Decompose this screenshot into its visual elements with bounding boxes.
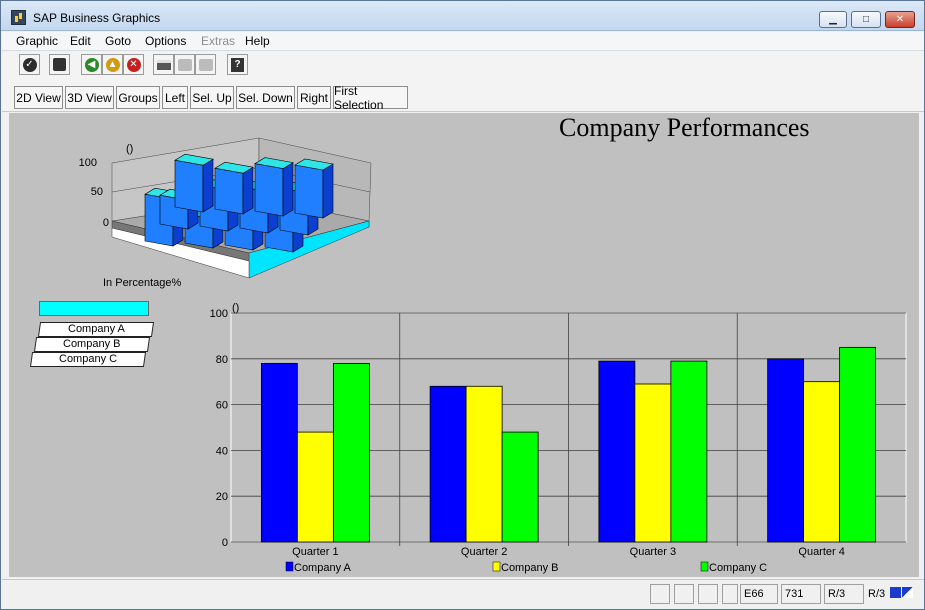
3d-view-button[interactable]: 3D View	[65, 86, 114, 109]
groups-button[interactable]: Groups	[116, 86, 160, 109]
sap-logo-icon	[890, 587, 901, 598]
menu-options[interactable]: Options	[145, 34, 186, 48]
2d-view-button[interactable]: 2D View	[14, 86, 63, 109]
status-client: 731	[781, 584, 821, 604]
back-button[interactable]: ◀	[81, 54, 102, 75]
status-field-2	[674, 584, 694, 604]
save-button[interactable]	[49, 54, 70, 75]
menu-graphic[interactable]: Graphic	[16, 34, 58, 48]
resize-grip-icon[interactable]	[902, 587, 913, 598]
x-tick-label: Quarter 1	[292, 546, 338, 558]
back-icon: ◀	[84, 57, 99, 72]
bar-company-b-4	[803, 381, 841, 543]
menu-goto[interactable]: Goto	[105, 34, 131, 48]
maximize-button[interactable]: □	[851, 11, 881, 28]
sel-up-button[interactable]: Sel. Up	[190, 86, 234, 109]
standard-toolbar: ✓ ◀ ▲ ✕ ?	[2, 52, 924, 84]
status-field-1	[650, 584, 670, 604]
main-bar-chart[interactable]: 0 20 40 60 80 100 () Quarter 1 Quarter 2 Quarter …	[9, 113, 919, 577]
bar-company-c-1	[332, 362, 370, 543]
x-tick-label: Quarter 4	[798, 546, 844, 558]
legend-swatch	[700, 561, 709, 572]
help-icon: ?	[231, 57, 244, 72]
enter-button[interactable]: ✓	[19, 54, 40, 75]
sap-graphics-app-icon	[11, 10, 26, 25]
y-tick-label: 40	[216, 445, 228, 457]
cancel-icon: ✕	[126, 57, 141, 72]
close-button[interactable]: ✕	[885, 11, 915, 28]
y-tick-label: 0	[222, 537, 228, 549]
x-tick-label: Quarter 3	[630, 546, 676, 558]
menu-help[interactable]: Help	[245, 34, 270, 48]
x-tick-label: Quarter 2	[461, 546, 507, 558]
legend-swatch	[492, 561, 501, 572]
right-button[interactable]: Right	[297, 86, 331, 109]
print-icon	[156, 59, 171, 70]
bar-company-a-1	[260, 362, 298, 543]
window-title: SAP Business Graphics	[33, 11, 161, 25]
status-release-label: R/3	[868, 588, 886, 600]
legend-label: Company C	[709, 562, 767, 574]
status-field-4	[722, 584, 738, 604]
legend-label: Company A	[294, 562, 352, 574]
y-axis-label: ()	[232, 302, 239, 314]
menu-bar: Graphic Edit Goto Options Extras Help	[2, 32, 924, 51]
bar-company-b-2	[465, 385, 503, 543]
cancel-button[interactable]: ✕	[123, 54, 144, 75]
status-release: R/3	[824, 584, 864, 604]
y-tick-label: 80	[216, 354, 228, 366]
find-button[interactable]	[174, 54, 195, 75]
bar-company-b-1	[296, 431, 334, 543]
minimize-button[interactable]: ▁	[819, 11, 847, 28]
menu-extras[interactable]: Extras	[201, 34, 235, 48]
help-button[interactable]: ?	[227, 54, 248, 75]
menu-edit[interactable]: Edit	[70, 34, 91, 48]
status-system: E66	[740, 584, 778, 604]
find-next-button[interactable]	[195, 54, 216, 75]
bar-company-a-2	[429, 385, 467, 543]
left-button[interactable]: Left	[162, 86, 188, 109]
exit-button[interactable]: ▲	[102, 54, 123, 75]
y-tick-label: 60	[216, 400, 228, 412]
title-bar[interactable]: SAP Business Graphics ▁ □ ✕	[1, 1, 924, 31]
status-field-3	[698, 584, 718, 604]
view-toolbar: 2D View 3D View Groups Left Sel. Up Sel.…	[2, 84, 924, 112]
y-tick-label: 100	[210, 308, 228, 320]
find-next-icon	[198, 58, 213, 71]
bar-company-a-4	[767, 358, 805, 543]
sel-down-button[interactable]: Sel. Down	[236, 86, 295, 109]
save-icon	[53, 58, 66, 71]
check-icon: ✓	[22, 57, 37, 72]
bar-company-c-4	[839, 346, 877, 543]
y-tick-label: 20	[216, 491, 228, 503]
bar-company-b-3	[634, 383, 672, 543]
bar-company-c-3	[670, 360, 708, 543]
graphics-canvas: Company Performances 100 50 0 () In Perc…	[9, 113, 919, 577]
print-button[interactable]	[153, 54, 174, 75]
first-selection-button[interactable]: First Selection	[333, 84, 408, 112]
find-icon	[177, 58, 192, 71]
bar-company-a-3	[598, 360, 636, 543]
exit-icon: ▲	[105, 57, 120, 72]
status-bar: E66 731 R/3 R/3	[2, 579, 924, 609]
sap-graphics-window: SAP Business Graphics ▁ □ ✕ Graphic Edit…	[0, 0, 925, 610]
bar-company-c-2	[501, 431, 539, 543]
legend-swatch	[285, 561, 294, 572]
legend-label: Company B	[501, 562, 558, 574]
